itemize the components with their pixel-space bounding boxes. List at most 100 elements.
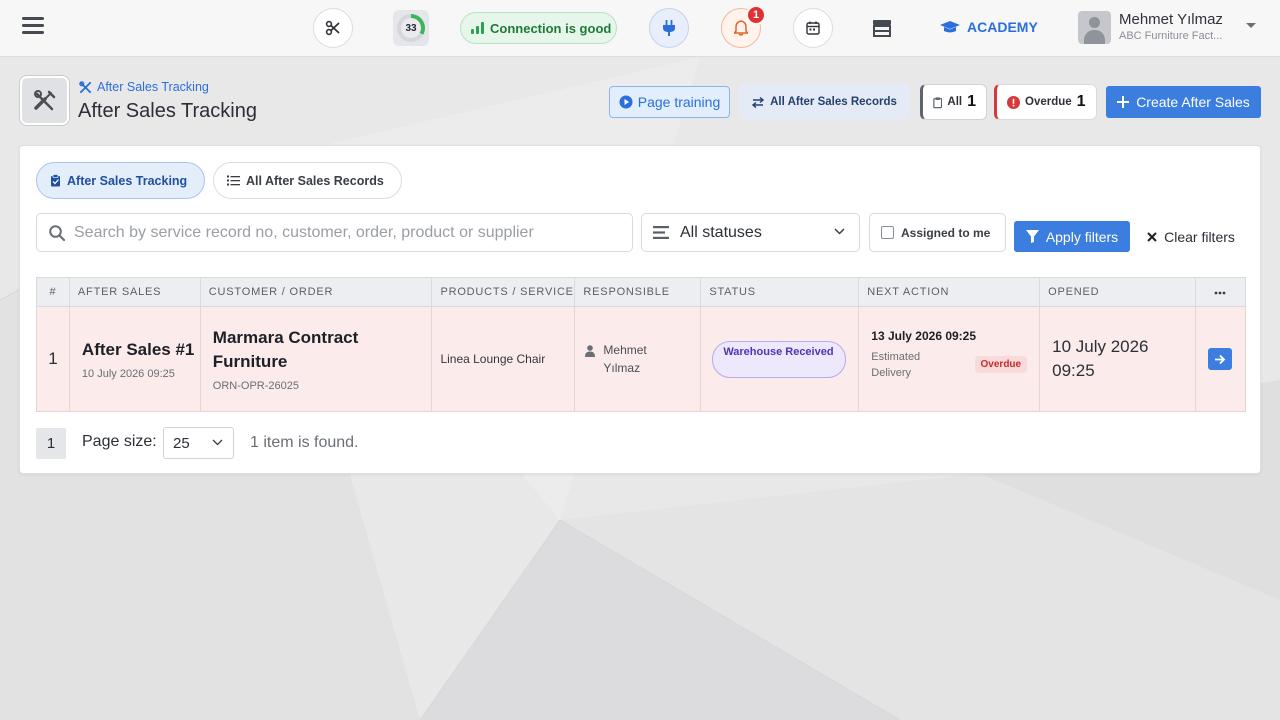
after-sales-date: 10 July 2026 09:25 xyxy=(81,368,175,380)
column-header[interactable]: CUSTOMER / ORDER xyxy=(199,277,433,307)
page-training-label: Page training xyxy=(637,94,721,110)
tab-label: All After Sales Records xyxy=(246,173,384,188)
pagination-page[interactable]: 1 xyxy=(36,428,66,459)
search-icon xyxy=(49,224,65,241)
customer-name[interactable]: Marmara Contract Furniture xyxy=(213,326,432,374)
page-training-button[interactable]: Page training xyxy=(609,86,730,118)
all-chip-count: 1 xyxy=(967,93,976,110)
calendar-icon xyxy=(806,21,820,35)
after-sales-title[interactable]: After Sales #1 xyxy=(82,338,200,362)
align-lines-icon xyxy=(653,226,669,239)
filter-icon xyxy=(1025,230,1039,243)
opened-date: 10 July 2026 09:25 xyxy=(1052,337,1149,380)
after-sales-table: # AFTER SALES CUSTOMER / ORDER PRODUCTS … xyxy=(36,277,1247,412)
column-options[interactable] xyxy=(1194,277,1247,307)
user-menu[interactable]: Mehmet Yılmaz ABC Furniture Fact... xyxy=(1078,10,1268,46)
score-indicator[interactable]: 33 xyxy=(393,10,429,46)
store-button[interactable] xyxy=(872,19,892,42)
avatar xyxy=(1078,11,1111,44)
academy-link[interactable]: ACADEMY xyxy=(940,19,1038,35)
apply-filters-button[interactable]: Apply filters xyxy=(1014,221,1130,252)
notifications-button[interactable]: 1 xyxy=(721,5,766,48)
chevron-down-icon xyxy=(834,228,845,235)
clear-filters-button[interactable]: Clear filters xyxy=(1136,221,1246,252)
user-name: Mehmet Yılmaz xyxy=(1119,11,1223,28)
column-header[interactable]: AFTER SALES xyxy=(68,277,201,307)
all-records-label: All After Sales Records xyxy=(770,96,897,108)
chevron-down-icon xyxy=(212,439,223,446)
user-company: ABC Furniture Fact... xyxy=(1119,30,1223,42)
close-icon xyxy=(1147,231,1157,242)
bell-icon xyxy=(734,20,748,36)
overdue-badge: Overdue xyxy=(974,356,1028,373)
column-header[interactable]: PRODUCTS / SERVICE xyxy=(431,277,576,307)
all-count-chip[interactable]: All 1 xyxy=(920,84,987,120)
swap-icon xyxy=(752,96,765,108)
overdue-chip-label: Overdue xyxy=(1025,96,1072,108)
menu-icon[interactable] xyxy=(22,17,44,37)
notification-badge: 1 xyxy=(746,5,766,25)
scissors-icon xyxy=(325,20,340,36)
tools-icon xyxy=(33,89,55,110)
signal-icon xyxy=(471,22,484,34)
clipboard-icon xyxy=(933,96,943,108)
graduation-cap-icon xyxy=(940,21,960,33)
alert-circle-icon xyxy=(1007,95,1020,109)
breadcrumb[interactable]: After Sales Tracking xyxy=(79,80,209,94)
search-field[interactable] xyxy=(36,213,633,252)
more-horizontal-icon xyxy=(1215,291,1226,295)
column-header[interactable]: STATUS xyxy=(700,277,860,307)
arrow-right-icon xyxy=(1214,354,1226,364)
overdue-count-chip[interactable]: Overdue 1 xyxy=(994,84,1097,120)
plus-icon xyxy=(1117,96,1130,108)
assigned-to-me-filter[interactable]: Assigned to me xyxy=(869,213,1006,252)
tools-button[interactable] xyxy=(313,8,353,48)
result-count: 1 item is found. xyxy=(250,434,359,451)
row-index: 1 xyxy=(36,306,70,412)
responsible: Mehmet Yılmaz xyxy=(583,341,700,377)
connection-label: Connection is good xyxy=(490,20,612,36)
column-header[interactable]: OPENED xyxy=(1039,277,1196,307)
open-record-button[interactable] xyxy=(1207,348,1232,370)
top-bar: 33 Connection is good 1 ACADEMY Mehmet Y… xyxy=(0,0,1280,57)
table-header-row: # AFTER SALES CUSTOMER / ORDER PRODUCTS … xyxy=(36,277,1247,307)
page-icon xyxy=(20,76,69,125)
assigned-checkbox[interactable] xyxy=(881,226,894,239)
next-action-label: Estimated Delivery xyxy=(871,351,921,379)
search-input[interactable] xyxy=(74,223,614,242)
page-size-select[interactable]: 25 xyxy=(163,427,234,459)
academy-label: ACADEMY xyxy=(967,19,1038,35)
create-label: Create After Sales xyxy=(1136,94,1250,110)
status-badge: Warehouse Received xyxy=(712,340,847,378)
overdue-chip-count: 1 xyxy=(1076,93,1086,110)
clear-label: Clear filters xyxy=(1164,228,1235,245)
assigned-label: Assigned to me xyxy=(901,225,991,240)
main-card: After Sales Tracking All After Sales Rec… xyxy=(19,145,1261,474)
breadcrumb-label: After Sales Tracking xyxy=(97,80,209,94)
page-title: After Sales Tracking xyxy=(78,100,257,122)
plugin-button[interactable] xyxy=(649,8,689,48)
status-filter-value: All statuses xyxy=(680,223,762,241)
page-size-label: Page size: xyxy=(82,433,157,450)
clipboard-check-icon xyxy=(51,174,60,187)
tab-label: After Sales Tracking xyxy=(67,173,188,188)
column-header[interactable]: RESPONSIBLE xyxy=(574,277,702,307)
all-records-button[interactable]: All After Sales Records xyxy=(739,84,910,120)
store-icon xyxy=(873,20,891,37)
list-icon xyxy=(227,175,240,186)
column-header[interactable]: # xyxy=(36,277,70,307)
plug-icon xyxy=(663,20,675,36)
apply-label: Apply filters xyxy=(1045,228,1119,245)
order-number: ORN-OPR-26025 xyxy=(212,380,299,392)
page-size-value: 25 xyxy=(173,434,190,452)
tab-after-sales-tracking[interactable]: After Sales Tracking xyxy=(36,162,205,199)
table-row[interactable]: 1 After Sales #1 10 July 2026 09:25 Marm… xyxy=(36,306,1247,412)
status-filter-select[interactable]: All statuses xyxy=(641,213,860,252)
create-after-sales-button[interactable]: Create After Sales xyxy=(1106,86,1261,118)
calendar-button[interactable] xyxy=(793,8,833,48)
column-header[interactable]: NEXT ACTION xyxy=(858,277,1041,307)
product-name: Linea Lounge Chair xyxy=(431,306,576,412)
next-action-date: 13 July 2026 09:25 xyxy=(871,329,977,343)
tab-all-after-sales-records[interactable]: All After Sales Records xyxy=(213,162,402,199)
responsible-name: Mehmet Yılmaz xyxy=(603,343,647,375)
